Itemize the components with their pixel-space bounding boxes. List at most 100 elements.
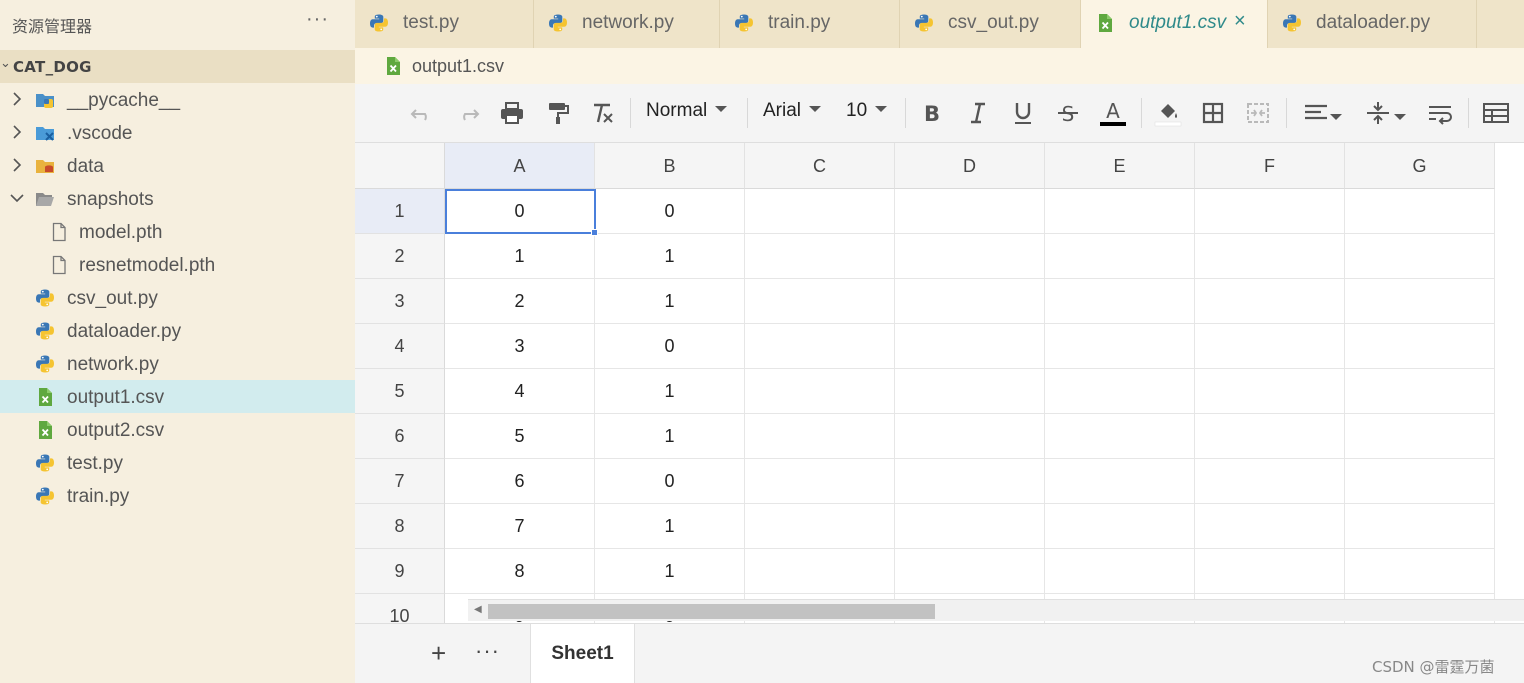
grid-cell[interactable] xyxy=(1045,504,1195,549)
editor-tab[interactable]: dataloader.py xyxy=(1268,0,1477,48)
scrollbar-thumb[interactable] xyxy=(488,604,935,619)
tree-file[interactable]: network.py xyxy=(0,347,355,380)
tree-file[interactable]: csv_out.py xyxy=(0,281,355,314)
grid-cell[interactable] xyxy=(745,324,895,369)
grid-cell[interactable] xyxy=(745,189,895,234)
redo-icon[interactable] xyxy=(453,98,483,128)
grid-cell[interactable] xyxy=(745,234,895,279)
grid-cell[interactable]: 0 xyxy=(595,459,745,504)
grid-cell[interactable] xyxy=(895,189,1045,234)
grid-cell[interactable] xyxy=(1345,189,1495,234)
tree-folder[interactable]: data xyxy=(0,149,355,182)
scroll-left-icon[interactable]: ◀ xyxy=(474,604,482,615)
tree-file[interactable]: resnetmodel.pth xyxy=(0,248,355,281)
grid-cell[interactable] xyxy=(1195,324,1345,369)
grid-cell[interactable]: 1 xyxy=(595,369,745,414)
tree-file[interactable]: dataloader.py xyxy=(0,314,355,347)
valign-dropdown[interactable] xyxy=(1394,108,1406,134)
add-sheet-button[interactable]: + xyxy=(431,638,446,669)
grid-cell[interactable]: 7 xyxy=(445,504,595,549)
tree-folder[interactable]: snapshots xyxy=(0,182,355,215)
row-header[interactable]: 7 xyxy=(355,459,445,504)
grid-cell[interactable] xyxy=(1345,414,1495,459)
column-header[interactable]: G xyxy=(1345,143,1495,189)
grid-cell[interactable] xyxy=(745,369,895,414)
grid-cell[interactable] xyxy=(1045,324,1195,369)
grid-cell[interactable] xyxy=(895,459,1045,504)
sheet-tab[interactable]: Sheet1 xyxy=(530,624,635,683)
grid-cell[interactable] xyxy=(895,504,1045,549)
grid-cell[interactable] xyxy=(1195,504,1345,549)
row-header[interactable]: 5 xyxy=(355,369,445,414)
grid-cell[interactable] xyxy=(745,279,895,324)
row-header[interactable]: 3 xyxy=(355,279,445,324)
more-actions-button[interactable]: ··· xyxy=(306,8,329,31)
print-icon[interactable] xyxy=(497,98,527,128)
grid-cell[interactable]: 1 xyxy=(595,279,745,324)
grid-cell[interactable]: 1 xyxy=(445,234,595,279)
column-header[interactable]: A xyxy=(445,143,595,189)
tree-file[interactable]: output2.csv xyxy=(0,413,355,446)
grid-cell[interactable] xyxy=(895,414,1045,459)
column-header[interactable]: F xyxy=(1195,143,1345,189)
align-dropdown[interactable] xyxy=(1330,108,1342,134)
row-header[interactable]: 10 xyxy=(355,594,445,623)
grid-cell[interactable]: 1 xyxy=(595,234,745,279)
breadcrumb-file[interactable]: output1.csv xyxy=(412,56,504,77)
grid-cell[interactable] xyxy=(895,549,1045,594)
grid-cell[interactable] xyxy=(1345,279,1495,324)
grid-cell[interactable] xyxy=(1345,459,1495,504)
grid-cell[interactable] xyxy=(1195,549,1345,594)
grid-cell[interactable]: 4 xyxy=(445,369,595,414)
grid-cell[interactable] xyxy=(895,324,1045,369)
grid-cell[interactable] xyxy=(895,234,1045,279)
tree-file[interactable]: model.pth xyxy=(0,215,355,248)
fill-handle[interactable] xyxy=(591,229,598,236)
grid-cell[interactable] xyxy=(745,459,895,504)
undo-icon[interactable] xyxy=(407,98,437,128)
chevron-right-icon[interactable] xyxy=(9,123,25,141)
fill-color-icon[interactable] xyxy=(1153,98,1183,128)
tree-folder[interactable]: .vscode xyxy=(0,116,355,149)
tree-file[interactable]: output1.csv xyxy=(0,380,355,413)
row-header[interactable]: 6 xyxy=(355,414,445,459)
editor-tab[interactable]: test.py xyxy=(355,0,534,48)
tree-file[interactable]: test.py xyxy=(0,446,355,479)
select-all-corner[interactable] xyxy=(355,143,445,189)
grid-cell[interactable] xyxy=(895,369,1045,414)
italic-icon[interactable] xyxy=(963,98,993,128)
grid-cell[interactable]: 1 xyxy=(595,504,745,549)
grid-cell[interactable]: 3 xyxy=(445,324,595,369)
editor-tab[interactable]: csv_out.py xyxy=(900,0,1081,48)
grid-cell[interactable]: 0 xyxy=(595,324,745,369)
grid-cell[interactable]: 6 xyxy=(445,459,595,504)
grid-cell[interactable] xyxy=(1345,549,1495,594)
text-color-icon[interactable]: A xyxy=(1098,98,1128,128)
sheet-menu-button[interactable]: ··· xyxy=(475,638,500,664)
grid-cell[interactable]: 1 xyxy=(595,414,745,459)
grid-cell[interactable]: 2 xyxy=(445,279,595,324)
valign-icon[interactable] xyxy=(1363,98,1393,128)
grid-cell[interactable] xyxy=(1045,459,1195,504)
grid-cell[interactable]: 8 xyxy=(445,549,595,594)
project-root[interactable]: ⌄ CAT_DOG xyxy=(0,50,355,83)
row-header[interactable]: 8 xyxy=(355,504,445,549)
grid-cell[interactable] xyxy=(1045,549,1195,594)
grid-cell[interactable]: 0 xyxy=(595,189,745,234)
merge-cells-icon[interactable] xyxy=(1243,98,1273,128)
grid-cell[interactable] xyxy=(1345,369,1495,414)
wrap-icon[interactable] xyxy=(1425,98,1455,128)
editor-tab[interactable]: network.py xyxy=(534,0,720,48)
table-icon[interactable] xyxy=(1481,98,1511,128)
row-header[interactable]: 9 xyxy=(355,549,445,594)
editor-tab[interactable]: train.py xyxy=(720,0,900,48)
grid-cell[interactable] xyxy=(1345,234,1495,279)
grid-cell[interactable] xyxy=(1195,369,1345,414)
grid-cell[interactable] xyxy=(1195,234,1345,279)
underline-icon[interactable] xyxy=(1008,98,1038,128)
column-header[interactable]: E xyxy=(1045,143,1195,189)
chevron-down-icon[interactable] xyxy=(9,189,25,207)
column-header[interactable]: C xyxy=(745,143,895,189)
grid-cell[interactable] xyxy=(1195,459,1345,504)
grid-cell[interactable] xyxy=(1195,279,1345,324)
